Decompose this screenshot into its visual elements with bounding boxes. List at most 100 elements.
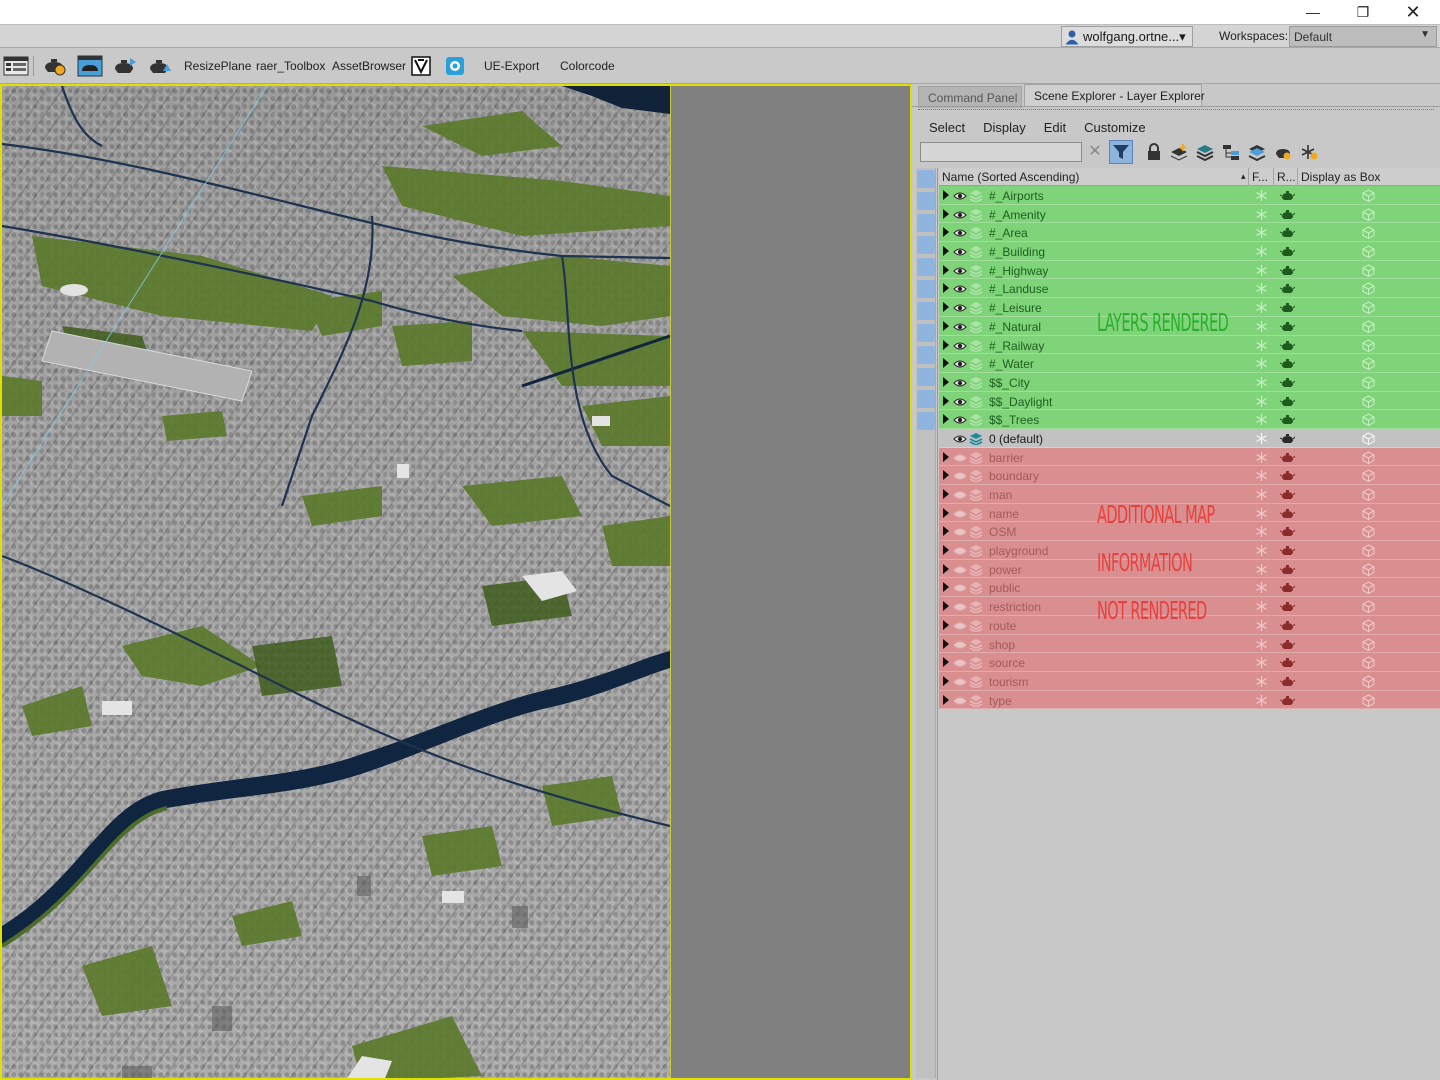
renderable-teapot-icon[interactable]	[1279, 190, 1296, 201]
render-setup-icon[interactable]	[42, 54, 68, 78]
visibility-eye-icon[interactable]	[953, 377, 967, 387]
display-as-box-icon[interactable]	[1362, 581, 1375, 595]
layer-name[interactable]: 0 (default)	[989, 432, 1043, 446]
renderable-teapot-icon[interactable]	[1279, 526, 1296, 537]
unreal-export-icon[interactable]	[444, 54, 466, 78]
display-none-icon[interactable]	[917, 460, 935, 478]
close-icon[interactable]: ✕	[1390, 0, 1436, 24]
display-as-box-icon[interactable]	[1362, 245, 1375, 259]
layer-row-default[interactable]: 0 (default)	[939, 428, 1440, 448]
renderable-teapot-icon[interactable]	[1279, 470, 1296, 481]
display-as-box-icon[interactable]	[1362, 619, 1375, 632]
filter-toggle-button[interactable]	[1109, 140, 1133, 164]
display-as-box-icon[interactable]	[1362, 301, 1375, 315]
freeze-add-icon[interactable]	[1299, 143, 1319, 161]
layer-row-rendered-3[interactable]: #_Building	[939, 242, 1440, 261]
visibility-eye-icon[interactable]	[953, 470, 967, 480]
helpers-filter-icon[interactable]	[917, 258, 935, 276]
layer-icon[interactable]	[969, 339, 983, 353]
layer-row-rendered-0[interactable]: #_Airports	[939, 186, 1440, 205]
layer-name[interactable]: route	[989, 619, 1016, 633]
layer-name[interactable]: OSM	[989, 525, 1016, 539]
layer-name[interactable]: #_Leisure	[989, 301, 1042, 315]
renderable-teapot-icon[interactable]	[1279, 340, 1296, 351]
renderable-teapot-icon[interactable]	[1279, 246, 1296, 257]
freeze-icon[interactable]	[1255, 208, 1268, 221]
renderable-teapot-icon[interactable]	[1279, 489, 1296, 500]
visibility-eye-icon[interactable]	[953, 321, 967, 331]
display-as-box-icon[interactable]	[1362, 338, 1375, 352]
layers-blue-icon[interactable]	[1247, 143, 1267, 161]
colorcode-button[interactable]: Colorcode	[560, 59, 615, 73]
display-as-box-icon[interactable]	[1362, 208, 1375, 221]
renderable-teapot-icon[interactable]	[1279, 414, 1296, 425]
tab-command-panel[interactable]: Command Panel	[918, 86, 1022, 108]
expand-arrow-icon[interactable]	[943, 470, 949, 481]
layer-row-rendered-11[interactable]: $$_Daylight	[939, 391, 1440, 411]
layer-icon[interactable]	[969, 451, 983, 465]
new-layer-icon[interactable]	[1169, 143, 1189, 161]
freeze-icon[interactable]	[1255, 395, 1268, 408]
layer-icon[interactable]	[969, 395, 983, 409]
shapes-filter-icon[interactable]	[917, 192, 935, 210]
filter-icon[interactable]	[917, 530, 935, 548]
spacewarps-filter-icon[interactable]	[917, 280, 935, 298]
expand-arrow-icon[interactable]	[943, 190, 949, 200]
layer-name[interactable]: $$_City	[989, 376, 1030, 390]
expand-arrow-icon[interactable]	[943, 526, 949, 537]
layer-name[interactable]: #_Water	[989, 357, 1034, 371]
expand-arrow-icon[interactable]	[943, 489, 949, 499]
layers-stack-icon[interactable]	[1195, 143, 1215, 161]
expand-arrow-icon[interactable]	[943, 246, 949, 257]
visibility-eye-icon[interactable]	[953, 601, 967, 611]
renderable-teapot-icon[interactable]	[1279, 265, 1296, 276]
renderable-teapot-icon[interactable]	[1279, 433, 1296, 444]
freeze-icon[interactable]	[1255, 357, 1268, 370]
workspace-select[interactable]: Default ▼	[1289, 26, 1437, 47]
layer-name[interactable]: tourism	[989, 675, 1028, 689]
search-input[interactable]	[920, 142, 1082, 162]
cameras-filter-icon[interactable]	[917, 236, 935, 254]
display-as-box-icon[interactable]	[1362, 600, 1375, 614]
layer-row-rendered-10[interactable]: $$_City	[939, 372, 1440, 392]
visibility-eye-icon[interactable]	[953, 620, 967, 630]
layer-row-rendered-2[interactable]: #_Area	[939, 223, 1440, 243]
visibility-eye-icon[interactable]	[953, 190, 967, 200]
layer-name[interactable]: #_Highway	[989, 264, 1048, 278]
grid-panel-icon[interactable]	[3, 54, 29, 78]
expand-arrow-icon[interactable]	[943, 563, 949, 574]
freeze-icon[interactable]	[1255, 544, 1268, 557]
freeze-icon[interactable]	[1255, 339, 1268, 352]
geometry-filter-icon[interactable]	[917, 170, 935, 188]
invert-display-icon[interactable]	[917, 482, 935, 500]
freeze-icon[interactable]	[1255, 581, 1268, 594]
freeze-icon[interactable]	[1255, 226, 1268, 239]
visibility-eye-icon[interactable]	[953, 358, 967, 368]
layer-name[interactable]: #_Landuse	[989, 282, 1048, 296]
freeze-icon[interactable]	[1255, 451, 1268, 464]
xrefs-filter-icon[interactable]	[917, 324, 935, 342]
groups-filter-icon[interactable]	[917, 302, 935, 320]
freeze-icon[interactable]	[1255, 376, 1268, 389]
layer-row-rendered-9[interactable]: #_Water	[939, 354, 1440, 373]
expand-arrow-icon[interactable]	[943, 320, 949, 331]
expand-arrow-icon[interactable]	[943, 358, 949, 369]
expand-arrow-icon[interactable]	[943, 451, 949, 462]
freeze-icon[interactable]	[1255, 432, 1268, 445]
expand-arrow-icon[interactable]	[943, 227, 949, 238]
menu-select[interactable]: Select	[920, 118, 974, 138]
renderable-teapot-icon[interactable]	[1279, 508, 1296, 519]
freeze-icon[interactable]	[1255, 264, 1268, 277]
3d-viewport[interactable]	[0, 84, 912, 1080]
layer-icon[interactable]	[969, 432, 983, 446]
layer-icon[interactable]	[969, 320, 983, 334]
layer-icon[interactable]	[969, 656, 983, 671]
visibility-eye-icon[interactable]	[953, 209, 967, 219]
display-as-box-icon[interactable]	[1362, 264, 1375, 277]
display-all-icon[interactable]	[917, 438, 935, 456]
user-account-dropdown[interactable]: wolfgang.ortne...▾	[1061, 26, 1193, 47]
minimize-icon[interactable]: —	[1290, 0, 1336, 24]
renderable-teapot-icon[interactable]	[1279, 396, 1296, 407]
column-freeze[interactable]: F...	[1252, 170, 1268, 184]
visibility-eye-icon[interactable]	[953, 657, 967, 667]
